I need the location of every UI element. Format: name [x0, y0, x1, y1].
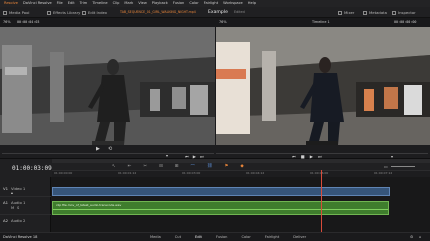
home-icon[interactable]: ⌂ [419, 233, 421, 241]
timeline-frame-image [216, 27, 430, 145]
source-loop-icon[interactable]: ⟲ [108, 146, 112, 152]
page-tab-fusion[interactable]: Fusion [216, 233, 228, 241]
track-lock-icon[interactable]: 🔒︎ [11, 191, 13, 195]
source-playhead-icon[interactable]: ▾ [166, 153, 168, 158]
menu-item[interactable]: Workspace [223, 0, 243, 7]
ruler-mark: 01:00:01:12 [118, 171, 137, 175]
menu-item[interactable]: File [57, 0, 63, 7]
page-navigation: DaVinci Resolve 18 Media Cut Edit Fusion Col… [0, 232, 430, 241]
menu-item[interactable]: Help [248, 0, 256, 7]
ruler-mark: 01:00:06:00 [310, 171, 329, 175]
metadata-icon [363, 10, 367, 15]
timeline-name[interactable]: Timeline 1 [312, 18, 330, 27]
inspector-icon [392, 10, 396, 15]
audio-clip[interactable]: clip file.mov_of_latest_audio.transcode.… [52, 201, 389, 215]
menu-item[interactable]: Clip [113, 0, 120, 7]
timeline-zoom[interactable]: 76% [219, 18, 227, 27]
ruler-mark: 01:00:04:12 [246, 171, 265, 175]
page-tab-deliver[interactable]: Deliver [293, 233, 306, 241]
page-tab-fairlight[interactable]: Fairlight [265, 233, 279, 241]
track-header-audio-2[interactable]: A2 Audio 2 [0, 217, 51, 229]
menu-bar: Resolve DaVinci Resolve File Edit Trim Timeli… [0, 0, 430, 7]
effects-library-button[interactable]: Effects Library [47, 7, 80, 18]
timeline-viewer[interactable] [216, 27, 430, 145]
source-timecode: 00:00:04:03 [17, 20, 40, 24]
timeline-mini-overview[interactable] [52, 159, 430, 163]
menu-item[interactable]: Timeline [92, 0, 107, 7]
menu-item[interactable]: Edit [68, 0, 75, 7]
menu-item[interactable]: Playback [152, 0, 168, 7]
track-header-audio-1[interactable]: A1 Audio 1 M S [0, 199, 51, 215]
settings-icon[interactable]: ⚙ [410, 233, 413, 241]
menu-item[interactable]: Fairlight [204, 0, 218, 7]
record-timecode: 00:00:00:00 [394, 20, 417, 24]
list-icon [82, 10, 86, 15]
source-play-icon[interactable]: ▶ [96, 146, 100, 152]
ruler-mark: 01:00:07:12 [374, 171, 393, 175]
menu-item[interactable]: Trim [80, 0, 88, 7]
zoom-slider[interactable] [390, 165, 415, 167]
mixer-icon [338, 10, 342, 15]
page-tab-cut[interactable]: Cut [175, 233, 181, 241]
source-zoom[interactable]: 76% [3, 18, 11, 27]
page-tab-color[interactable]: Color [241, 233, 250, 241]
edit-index-button[interactable]: Edit Index [82, 7, 107, 18]
timeline-playhead[interactable] [321, 177, 322, 232]
timeline-toolbar: 01:00:03:09 ↖ ⇤ ✂ ⊟ ⊞ ⌒ ⛓ ⚑ ◆ ▭ 01:00:00… [0, 159, 430, 177]
menu-item[interactable]: View [138, 0, 147, 7]
source-viewer[interactable] [0, 27, 215, 145]
audio-level-line[interactable] [53, 209, 388, 210]
app-logo-label: DaVinci Resolve 18 [3, 235, 38, 239]
zoom-full-icon[interactable]: ▭ [384, 164, 388, 169]
media-pool-button[interactable]: Media Pool [3, 7, 29, 18]
audio-mute-icon[interactable]: M [11, 206, 14, 210]
track-headers: V1 Video 1 🔒︎ A1 Audio 1 M S A2 Audio 2 [0, 177, 51, 232]
timeline-zoom-controls: ▭ [384, 164, 424, 169]
ruler-playhead[interactable] [321, 170, 322, 177]
source-frame-image [0, 27, 215, 145]
viewer-header: 76% 00:00:04:03 76% Timeline 1 00:00:00:… [0, 18, 430, 27]
page-tab-edit[interactable]: Edit [195, 233, 202, 241]
source-clip-name: TAB_SEQUENCE_01_GIRL_WALKING_NIGHT.mp4 [120, 10, 196, 14]
audio-solo-icon[interactable]: S [17, 206, 19, 210]
menu-item[interactable]: Mark [124, 0, 133, 7]
menu-item[interactable]: Fusion [173, 0, 185, 7]
video-clip[interactable] [52, 187, 390, 196]
menu-item[interactable]: DaVinci Resolve [23, 0, 52, 7]
viewer-controls: ▶ ⟲ ▾ ⏮ ▶ ⏭ ⏮ ■ ▶ ⏭ ▾ [0, 145, 430, 159]
inspector-button[interactable]: Inspector [392, 7, 416, 18]
project-title: Example Edited [208, 10, 245, 15]
metadata-button[interactable]: Metadata [363, 7, 387, 18]
mixer-button[interactable]: Mixer [338, 7, 354, 18]
video-clip-thumbnails [53, 194, 389, 195]
ruler-mark: 01:00:03:00 [182, 171, 201, 175]
toolbar: Media Pool Effects Library Edit Index TA… [0, 7, 430, 18]
effects-icon [47, 10, 51, 15]
menu-app-label[interactable]: Resolve [4, 0, 18, 7]
timeline-ruler[interactable]: 01:00:00:00 01:00:01:12 01:00:03:00 01:00:0… [52, 170, 430, 177]
timeline-timecode: 01:00:03:09 [12, 165, 52, 172]
timeline-scrubber[interactable] [216, 153, 428, 154]
track-header-video-1[interactable]: V1 Video 1 🔒︎ [0, 185, 51, 197]
menu-item[interactable]: Color [189, 0, 198, 7]
timeline-tracks[interactable]: clip file.mov_of_latest_audio.transcode.… [51, 177, 430, 232]
ruler-mark: 01:00:00:00 [54, 171, 73, 175]
source-scrubber[interactable] [2, 153, 214, 154]
media-pool-icon [3, 10, 7, 15]
page-tab-media[interactable]: Media [150, 233, 161, 241]
